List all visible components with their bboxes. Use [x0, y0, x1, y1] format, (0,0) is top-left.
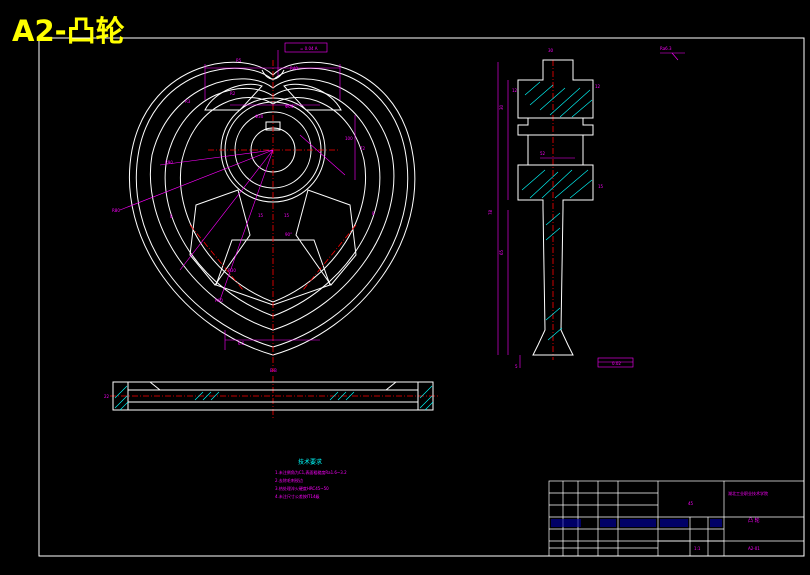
center-lines	[110, 60, 554, 418]
technical-requirements: 技术要求 1.未注倒角为C1,表面粗糙度Ra1.6~3.2 2.去除毛刺锐边 3…	[275, 458, 347, 499]
tech-req-line-4: 4.未注尺寸公差按IT14级	[275, 493, 320, 499]
title-block-scale: 1:1	[694, 546, 701, 551]
svg-text:72: 72	[360, 146, 366, 151]
svg-text:6.5: 6.5	[238, 341, 245, 346]
svg-text:R30: R30	[228, 268, 236, 273]
svg-text:R3: R3	[185, 99, 191, 104]
svg-text:Φ64: Φ64	[285, 104, 294, 109]
svg-text:R2: R2	[230, 91, 236, 96]
pocket-left	[189, 189, 251, 286]
pocket-right	[295, 189, 357, 286]
svg-text:5: 5	[515, 364, 518, 369]
tech-req-line-2: 2.去除毛刺锐边	[275, 477, 303, 483]
svg-text:Φ30: Φ30	[255, 114, 264, 119]
svg-text:15: 15	[258, 213, 264, 218]
cam-front-view	[128, 61, 416, 356]
cad-drawing: A2-凸轮 R5 R90 R80 R30 R60 100 72 Φ64 Φ30 …	[12, 14, 805, 557]
svg-text:100: 100	[345, 136, 353, 141]
section-view	[517, 59, 594, 356]
bottom-dim-text: 22	[104, 394, 110, 399]
title-block-material: 45	[688, 501, 694, 506]
tech-req-line-3: 3.热处理淬火硬度HRC45~50	[275, 485, 329, 491]
title-block-fills	[551, 519, 722, 527]
section-outline	[517, 59, 594, 356]
svg-text:B-B: B-B	[270, 368, 277, 373]
svg-text:R60: R60	[215, 298, 223, 303]
svg-text:30: 30	[548, 48, 554, 53]
svg-text:15: 15	[284, 213, 290, 218]
svg-text:30: 30	[499, 104, 504, 110]
svg-text:R90: R90	[165, 160, 173, 165]
title-block-drawing-no: A2-01	[748, 546, 760, 551]
svg-text:12: 12	[512, 88, 518, 93]
svg-text:65: 65	[499, 249, 504, 255]
cam-outer-profile	[128, 61, 416, 356]
svg-text:15: 15	[598, 184, 604, 189]
svg-text:0.02: 0.02	[612, 361, 621, 366]
tech-req-line-1: 1.未注倒角为C1,表面粗糙度Ra1.6~3.2	[275, 469, 347, 475]
title-block-org: 湖北工业职业技术学院	[728, 490, 768, 496]
svg-text:78: 78	[488, 209, 493, 215]
svg-text:12: 12	[595, 84, 601, 89]
tech-req-heading: 技术要求	[298, 458, 322, 466]
svg-text:52: 52	[540, 151, 546, 156]
section-dim-text: 78 30 65 12 12 52 15 5 0.02 Ra6.3 30	[488, 46, 672, 369]
svg-text:R40: R40	[290, 66, 298, 71]
svg-text:90°: 90°	[285, 232, 292, 237]
svg-text:R80: R80	[112, 208, 120, 213]
drawing-title: A2-凸轮	[12, 14, 125, 48]
svg-text:Ra6.3: Ra6.3	[660, 46, 672, 51]
section-hatching	[521, 81, 593, 341]
svg-text:= 0.04 A: = 0.04 A	[300, 46, 318, 51]
drawing-border	[38, 37, 805, 557]
title-block-part: 凸 轮	[748, 517, 760, 524]
svg-text:R5: R5	[236, 58, 242, 63]
